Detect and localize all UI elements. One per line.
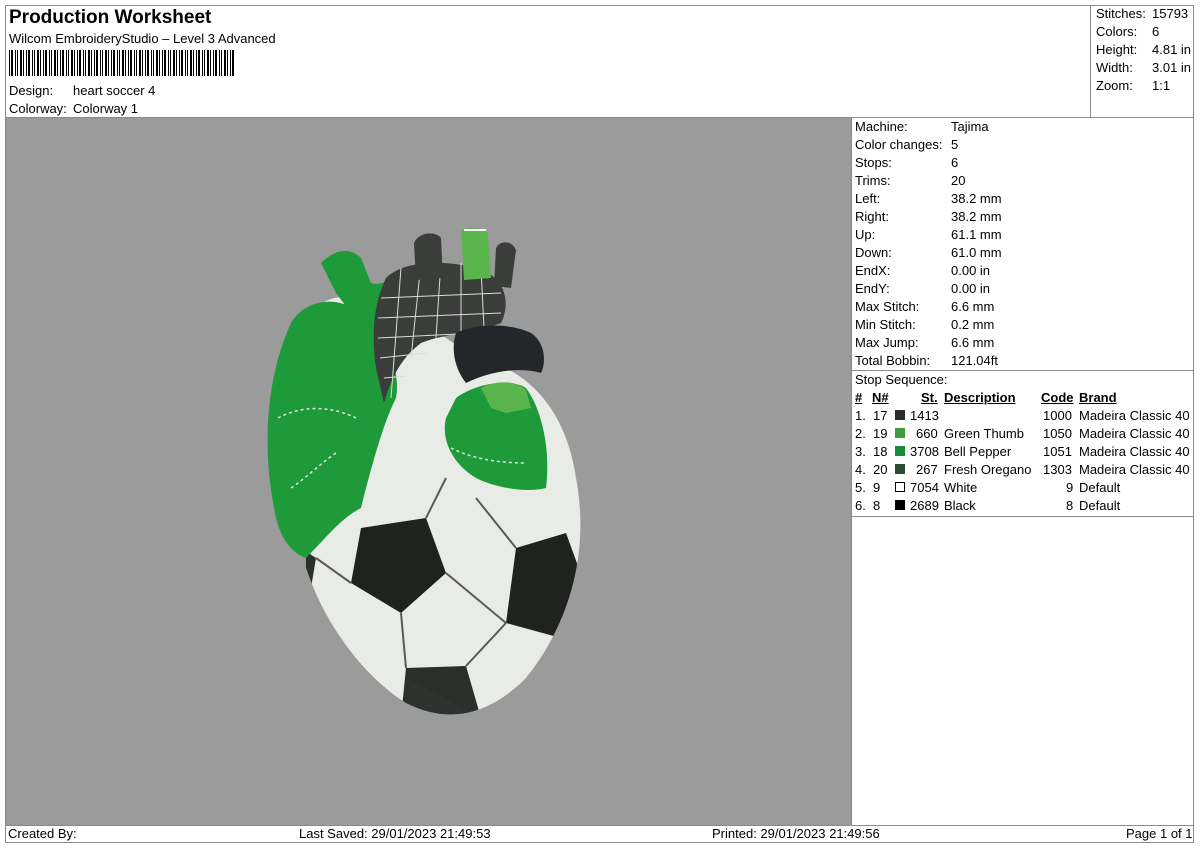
param-endy: EndY: 0.00 in xyxy=(855,281,991,296)
color-swatch xyxy=(895,482,905,492)
param-right: Right: 38.2 mm xyxy=(855,209,1002,224)
colorway-row: Colorway: Colorway 1 xyxy=(9,101,138,116)
panel-divider xyxy=(851,118,852,825)
param-color-changes: Color changes: 5 xyxy=(855,137,959,152)
footer-page-number: Page 1 of 1 xyxy=(1126,826,1193,841)
stop-sequence-title: Stop Sequence: xyxy=(855,372,948,387)
stop-sequence-divider xyxy=(852,516,1194,517)
colorway-name: Colorway 1 xyxy=(73,101,139,116)
color-swatch xyxy=(895,428,905,438)
design-label: Design: xyxy=(9,83,54,98)
param-stops: Stops: 6 xyxy=(855,155,959,170)
params-divider xyxy=(852,370,1194,371)
summary-zoom: Zoom: 1:1 xyxy=(1096,78,1171,93)
design-row: Design: heart soccer 4 xyxy=(9,83,155,98)
param-machine: Machine: Tajima xyxy=(855,119,989,134)
footer-divider xyxy=(5,825,1194,826)
design-name: heart soccer 4 xyxy=(73,83,156,98)
footer-last-saved: Last Saved: 29/01/2023 21:49:53 xyxy=(299,826,491,841)
param-endx: EndX: 0.00 in xyxy=(855,263,991,278)
col-header-description: Description xyxy=(944,390,1016,405)
param-trims: Trims: 20 xyxy=(855,173,966,188)
heart-soccer-design-image xyxy=(267,227,581,715)
footer-printed: Printed: 29/01/2023 21:49:56 xyxy=(712,826,880,841)
summary-width: Width: 3.01 in xyxy=(1096,60,1192,75)
param-max-jump: Max Jump: 6.6 mm xyxy=(855,335,995,350)
page-title: Production Worksheet xyxy=(9,7,212,28)
colorway-label: Colorway: xyxy=(9,101,67,116)
design-preview xyxy=(6,118,851,825)
param-total-bobbin: Total Bobbin: 121.04ft xyxy=(855,353,998,368)
summary-colors: Colors: 6 xyxy=(1096,24,1160,39)
color-swatch xyxy=(895,500,905,510)
barcode xyxy=(9,50,234,76)
summary-height: Height: 4.81 in xyxy=(1096,42,1192,57)
param-down: Down: 61.0 mm xyxy=(855,245,1002,260)
col-header-stitches: St. xyxy=(921,390,938,405)
design-summary-box: Stitches: 15793 Colors: 6 Height: 4.81 in W… xyxy=(1090,5,1194,117)
col-header-needle: N# xyxy=(872,390,889,405)
footer-created-by: Created By: xyxy=(8,826,77,841)
col-header-num: # xyxy=(855,390,863,405)
col-header-code: Code xyxy=(1041,390,1074,405)
color-swatch xyxy=(895,410,905,420)
color-swatch xyxy=(895,446,905,456)
software-subtitle: Wilcom EmbroideryStudio – Level 3 Advanc… xyxy=(9,31,276,46)
col-header-brand: Brand xyxy=(1079,390,1117,405)
param-up: Up: 61.1 mm xyxy=(855,227,1002,242)
param-max-stitch: Max Stitch: 6.6 mm xyxy=(855,299,995,314)
color-swatch xyxy=(895,464,905,474)
param-min-stitch: Min Stitch: 0.2 mm xyxy=(855,317,995,332)
summary-stitches: Stitches: 15793 xyxy=(1096,6,1189,21)
param-left: Left: 38.2 mm xyxy=(855,191,1002,206)
